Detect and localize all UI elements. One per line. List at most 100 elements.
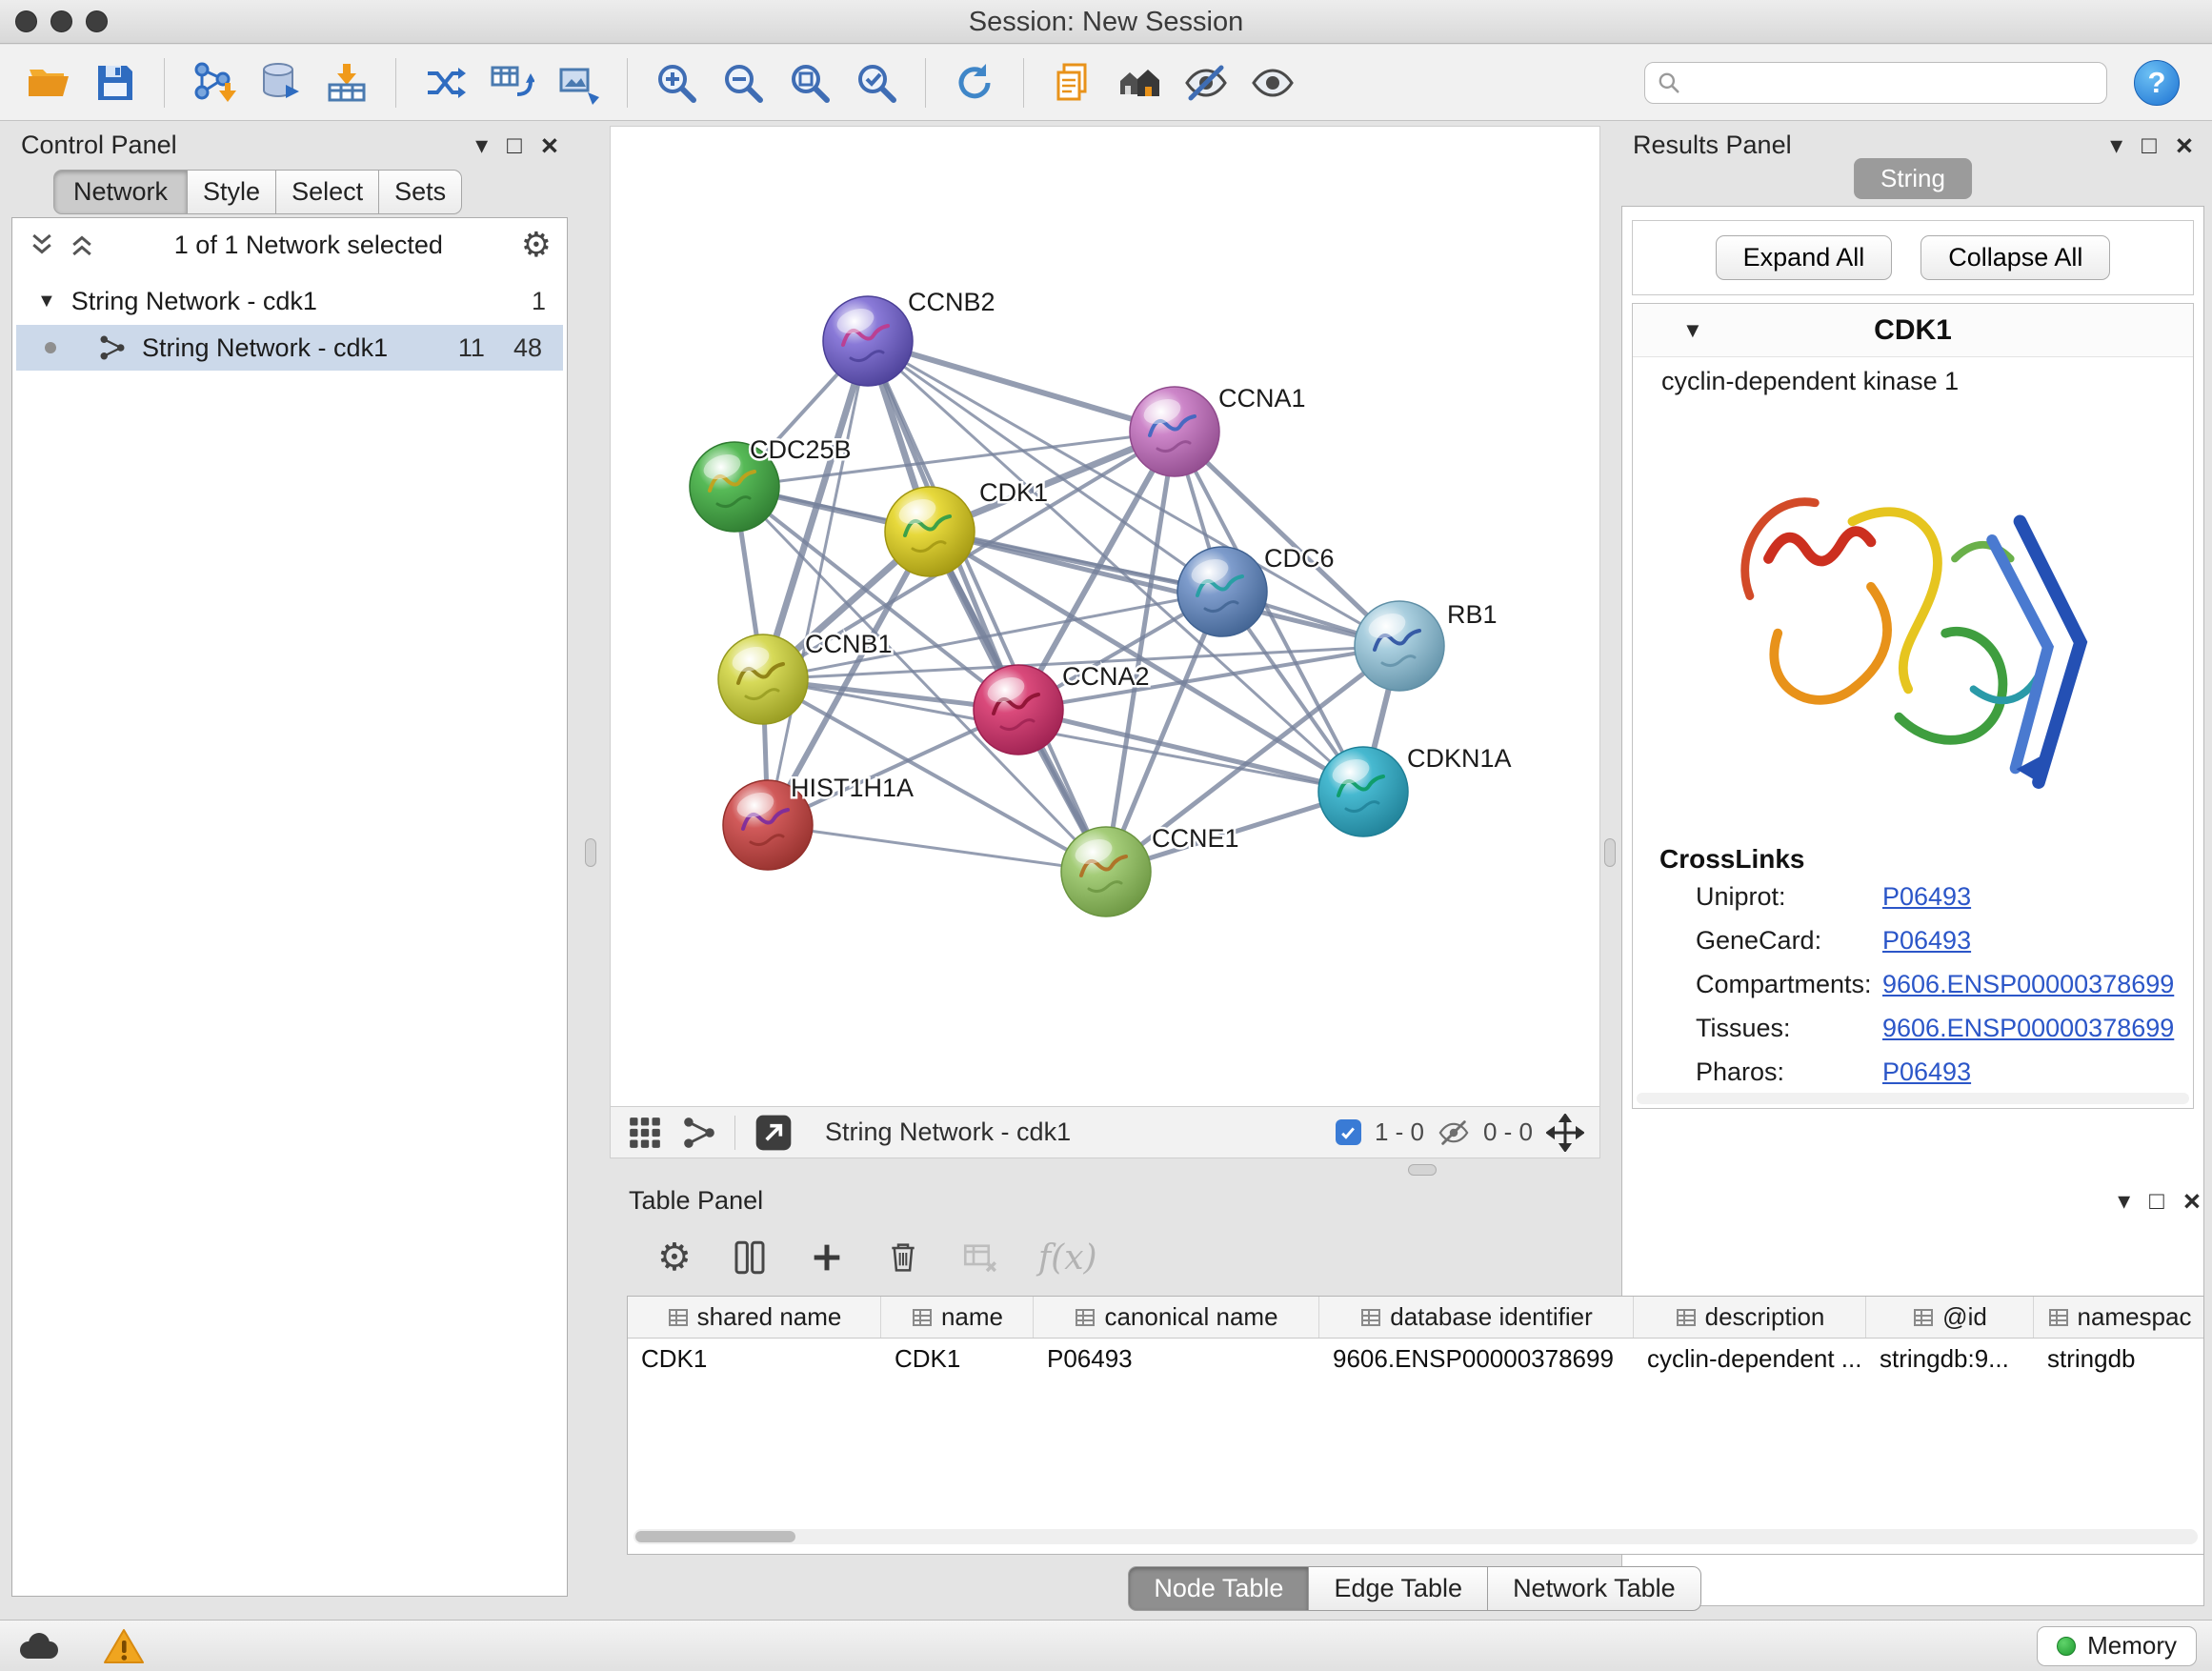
- table-cell[interactable]: CDK1: [628, 1344, 881, 1374]
- open-session-button[interactable]: [19, 53, 78, 112]
- zoom-out-button[interactable]: [714, 53, 773, 112]
- network-edge[interactable]: [1018, 710, 1363, 792]
- pan-crosshair-icon[interactable]: [1546, 1114, 1584, 1152]
- section-scrollbar[interactable]: [1637, 1093, 2189, 1104]
- expand-all-networks-icon[interactable]: [68, 231, 96, 259]
- tab-string[interactable]: String: [1854, 158, 1972, 199]
- grid-view-icon[interactable]: [626, 1114, 664, 1152]
- network-options-gear-icon[interactable]: ⚙: [521, 228, 552, 262]
- table-cell[interactable]: stringdb: [2034, 1344, 2204, 1374]
- crosslink-value[interactable]: P06493: [1882, 1057, 1971, 1087]
- expand-all-button[interactable]: Expand All: [1716, 235, 1893, 280]
- tab-select[interactable]: Select: [276, 170, 379, 214]
- network-collection-row[interactable]: ▼ String Network - cdk1 1: [12, 279, 567, 323]
- panel-float-icon[interactable]: □: [507, 132, 522, 157]
- table-cell[interactable]: CDK1: [881, 1344, 1034, 1374]
- show-all-button[interactable]: [1243, 53, 1302, 112]
- memory-button[interactable]: Memory: [2037, 1626, 2197, 1666]
- zoom-selected-button[interactable]: [847, 53, 906, 112]
- import-table-button[interactable]: [317, 53, 376, 112]
- column-header-database-identifier[interactable]: database identifier: [1319, 1297, 1634, 1338]
- column-header-namespac[interactable]: namespac: [2034, 1297, 2204, 1338]
- tab-style[interactable]: Style: [188, 170, 276, 214]
- network-edge[interactable]: [768, 825, 1106, 872]
- export-image-button[interactable]: [549, 53, 608, 112]
- add-column-icon[interactable]: [808, 1238, 846, 1277]
- gene-section-header[interactable]: ▼ CDK1: [1633, 304, 2193, 357]
- crosslink-value[interactable]: P06493: [1882, 926, 1971, 956]
- collection-expand-icon[interactable]: ▼: [37, 291, 56, 312]
- panel-menu-icon[interactable]: ▾: [2110, 132, 2122, 157]
- cloud-icon[interactable]: [15, 1631, 61, 1661]
- refresh-button[interactable]: [945, 53, 1004, 112]
- tab-edge-table[interactable]: Edge Table: [1309, 1566, 1488, 1611]
- zoom-window-button[interactable]: [86, 10, 108, 32]
- crosslink-value[interactable]: 9606.ENSP00000378699: [1882, 1014, 2174, 1043]
- panel-close-icon[interactable]: ×: [2176, 131, 2193, 160]
- splitter-handle[interactable]: [585, 838, 596, 867]
- network-row-selected[interactable]: String Network - cdk1 11 48: [16, 325, 563, 371]
- tab-node-table[interactable]: Node Table: [1128, 1566, 1309, 1611]
- help-icon[interactable]: ?: [2134, 60, 2180, 106]
- table-row[interactable]: CDK1CDK1P064939606.ENSP00000378699cyclin…: [628, 1339, 2203, 1379]
- share-network-icon[interactable]: [681, 1115, 717, 1151]
- panel-float-icon[interactable]: □: [2142, 132, 2157, 157]
- new-network-from-selection-button[interactable]: [415, 53, 474, 112]
- crosslink-value[interactable]: 9606.ENSP00000378699: [1882, 970, 2174, 999]
- network-node-ccna1[interactable]: CCNA1: [1130, 384, 1306, 476]
- zoom-in-button[interactable]: [647, 53, 706, 112]
- tab-network-table[interactable]: Network Table: [1488, 1566, 1701, 1611]
- network-canvas[interactable]: CCNB2CCNA1CDC25BCDK1CDC6RB1CCNB1CCNA2CDK…: [611, 127, 1599, 1106]
- collapse-all-button[interactable]: Collapse All: [1920, 235, 2110, 280]
- tab-network[interactable]: Network: [53, 170, 188, 214]
- crosslink-value[interactable]: P06493: [1882, 882, 1971, 912]
- table-cell[interactable]: 9606.ENSP00000378699: [1319, 1344, 1634, 1374]
- splitter-handle[interactable]: [1604, 838, 1616, 867]
- delete-column-icon[interactable]: [884, 1238, 922, 1277]
- show-columns-icon[interactable]: [730, 1238, 770, 1278]
- hidden-eye-slash-icon[interactable]: [1438, 1117, 1470, 1149]
- table-cell[interactable]: stringdb:9...: [1866, 1344, 2034, 1374]
- hide-selected-button[interactable]: [1176, 53, 1236, 112]
- import-network-file-button[interactable]: [184, 53, 243, 112]
- warning-icon[interactable]: [103, 1627, 145, 1665]
- table-cell[interactable]: cyclin-dependent ...: [1634, 1344, 1866, 1374]
- column-header-description[interactable]: description: [1634, 1297, 1866, 1338]
- column-header-canonical-name[interactable]: canonical name: [1034, 1297, 1319, 1338]
- scrollbar-thumb[interactable]: [635, 1531, 795, 1542]
- browser-button[interactable]: [1110, 53, 1169, 112]
- minimize-window-button[interactable]: [50, 10, 72, 32]
- tab-sets[interactable]: Sets: [379, 170, 462, 214]
- column-header-name[interactable]: name: [881, 1297, 1034, 1338]
- selected-checkbox[interactable]: [1336, 1119, 1361, 1145]
- clipboard-button[interactable]: [1043, 53, 1102, 112]
- column-header-shared-name[interactable]: shared name: [628, 1297, 881, 1338]
- panel-menu-icon[interactable]: ▾: [475, 132, 488, 157]
- panel-float-icon[interactable]: □: [2149, 1188, 2164, 1213]
- import-network-database-button[interactable]: [251, 53, 310, 112]
- search-input[interactable]: [1689, 68, 2095, 97]
- main-toolbar: ?: [0, 45, 2212, 121]
- network-edge[interactable]: [868, 341, 1175, 432]
- search-box[interactable]: [1644, 62, 2107, 104]
- network-edge[interactable]: [768, 341, 868, 825]
- close-window-button[interactable]: [15, 10, 37, 32]
- panel-menu-icon[interactable]: ▾: [2118, 1188, 2130, 1213]
- splitter-handle[interactable]: [1408, 1164, 1437, 1176]
- open-in-new-icon[interactable]: [753, 1112, 794, 1154]
- section-expand-icon[interactable]: ▼: [1682, 318, 1703, 343]
- clone-network-button[interactable]: [482, 53, 541, 112]
- network-node-cdkn1a[interactable]: CDKN1A: [1318, 744, 1512, 836]
- collapse-all-networks-icon[interactable]: [28, 231, 56, 259]
- table-options-gear-icon[interactable]: ⚙: [657, 1238, 692, 1277]
- zoom-fit-button[interactable]: [780, 53, 839, 112]
- column-header--id[interactable]: @id: [1866, 1297, 2034, 1338]
- network-node-rb1[interactable]: RB1: [1355, 600, 1498, 691]
- panel-close-icon[interactable]: ×: [2183, 1186, 2201, 1216]
- network-node-ccna2[interactable]: CCNA2: [974, 662, 1150, 755]
- network-node-hist1h1a[interactable]: HIST1H1A: [723, 774, 914, 870]
- panel-close-icon[interactable]: ×: [541, 131, 558, 160]
- save-session-button[interactable]: [86, 53, 145, 112]
- table-cell[interactable]: P06493: [1034, 1344, 1319, 1374]
- network-node-ccnb1[interactable]: CCNB1: [718, 630, 893, 724]
